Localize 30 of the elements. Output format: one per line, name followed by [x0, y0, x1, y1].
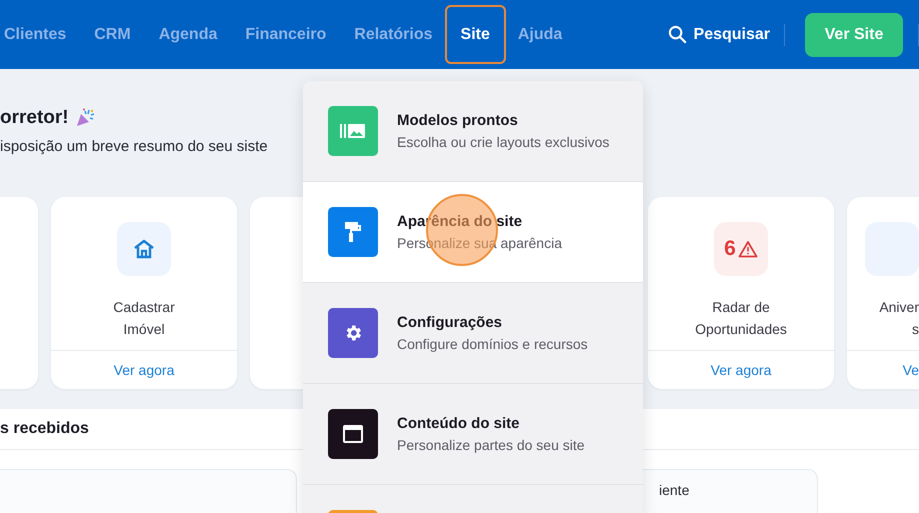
menu-item-title: Modelos prontos: [397, 112, 519, 129]
menu-item-title: Configurações: [397, 314, 504, 331]
card-label: Radar de Oportunidades: [695, 298, 787, 339]
menu-item-description: Personalize partes do seu site: [397, 437, 585, 453]
card-label: Aniver s: [879, 298, 919, 339]
party-popper-icon: [74, 108, 95, 128]
view-now-link[interactable]: Ver agora: [710, 362, 772, 378]
view-site-button[interactable]: Ver Site: [805, 12, 903, 56]
greeting-subtitle: isposição um breve resumo do seu siste: [0, 138, 268, 155]
paint-roller-icon: [344, 221, 362, 243]
panel-title: s recebidos: [0, 420, 89, 438]
alert-badge: 6: [714, 222, 768, 276]
search-icon: [668, 25, 687, 44]
warning-icon: [738, 240, 758, 258]
view-now-link[interactable]: Ver agora: [114, 362, 174, 378]
menu-item-description: Configure domínios e recursos: [397, 336, 588, 352]
menu-item-title: Conteúdo do site: [397, 415, 520, 432]
menu-item[interactable]: Conteúdo do site Personalize partes do seu site: [303, 384, 643, 485]
menu-item[interactable]: Modelos prontos Escolha ou crie layouts exclusivos: [303, 81, 643, 182]
home-icon: [133, 239, 155, 259]
window-icon: [343, 425, 363, 443]
menu-item[interactable]: Configurações Configure domínios e recursos: [303, 283, 643, 384]
view-now-link[interactable]: Ve: [902, 362, 919, 378]
greeting-title: orretor!: [0, 107, 69, 129]
nav-tab[interactable]: Site: [444, 5, 506, 64]
menu-item-description: Escolha ou crie layouts exclusivos: [397, 134, 610, 150]
card-label: Cadastrar Imóvel: [113, 298, 175, 339]
gallery-icon: [340, 123, 366, 139]
stat-card-title: iente: [659, 482, 690, 500]
search-button[interactable]: Pesquisar: [668, 25, 784, 44]
